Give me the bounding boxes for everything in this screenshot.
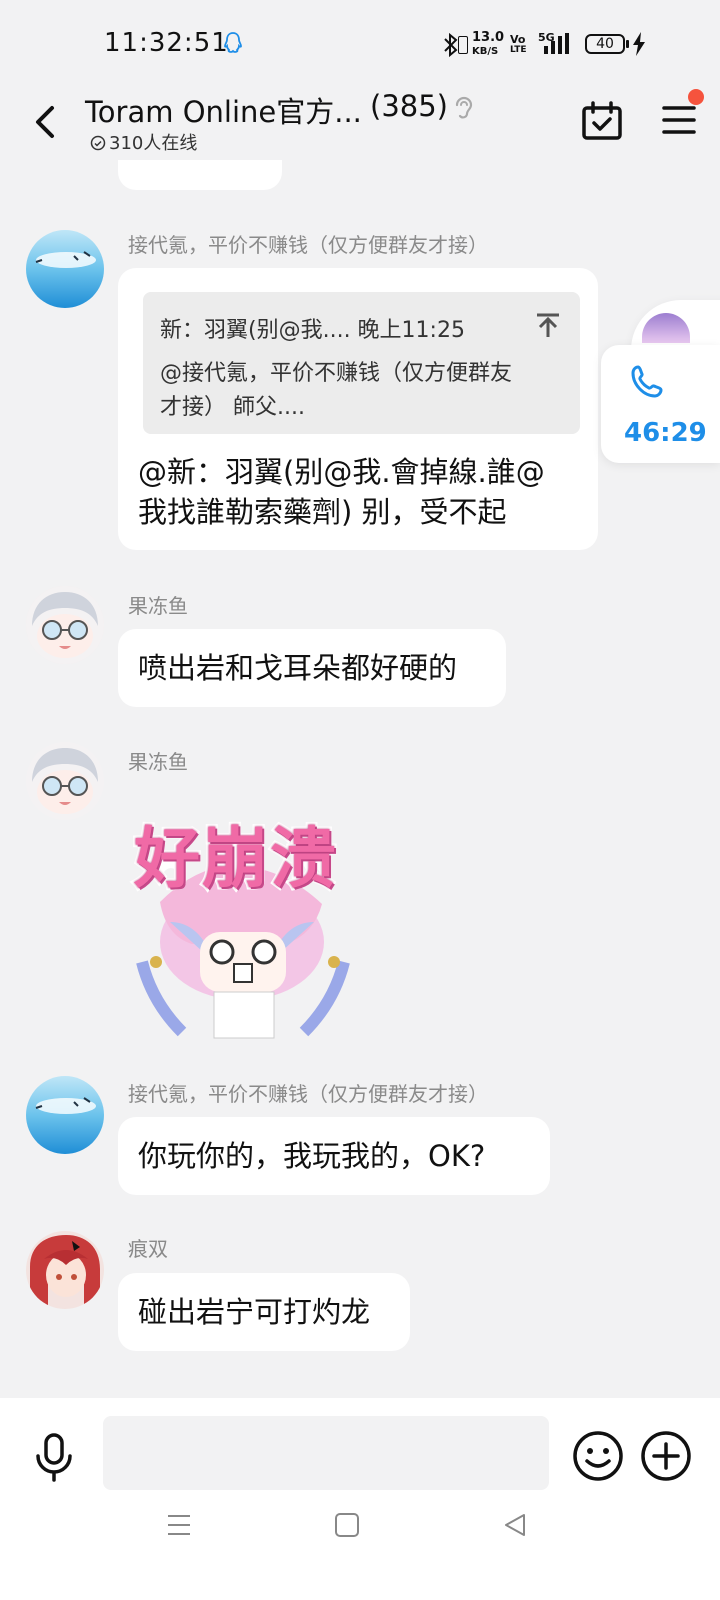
charging-icon [633,32,645,56]
sender-name: 果冻鱼 [128,594,188,618]
plus-icon[interactable] [640,1430,692,1482]
net-speed-value: 13.0 [472,30,505,45]
online-check-icon [90,135,106,151]
phone-icon [631,365,663,398]
quote-header: 新：羽翼(别@我.... 晚上11:25 [160,318,465,343]
message-text: 你玩你的，我玩我的，OK? [138,1139,486,1173]
volte-top: Vo [510,33,526,46]
sticker-caption: 好崩溃 [132,818,339,900]
back-nav-icon[interactable] [502,1512,528,1538]
sender-name: 果冻鱼 [128,750,188,774]
online-count: 310人在线 [109,133,198,154]
sender-name: 接代氪，平价不赚钱（仅方便群友才接） [128,1082,488,1106]
quote-text-line-2: 才接） 師父.... [160,395,305,420]
avatar[interactable] [26,230,104,308]
volte-bottom: LTE [510,45,527,55]
avatar[interactable] [26,1231,104,1309]
member-count[interactable]: (385) [370,89,448,123]
notification-dot [688,89,704,105]
microphone-icon[interactable] [32,1432,76,1482]
emoji-icon[interactable] [572,1430,624,1482]
ear-icon[interactable] [451,93,477,121]
jump-to-top-icon[interactable] [534,312,562,338]
home-icon[interactable] [334,1512,360,1538]
back-arrow-icon[interactable] [26,100,70,144]
net-speed-unit: KB/S [472,46,499,57]
online-status: 310人在线 [90,129,197,155]
message-text-line-1: @新：羽翼(别@我.會掉線.誰@ [138,455,545,489]
system-nav-bar [0,1520,720,1600]
battery-level: 40 [585,34,625,54]
cell-signal-icon [544,33,569,54]
avatar[interactable] [26,586,104,664]
calendar-check-icon[interactable] [581,100,623,142]
recent-apps-icon[interactable] [166,1512,192,1538]
partial-message-bubble[interactable] [118,160,282,190]
message-input[interactable] [103,1416,549,1490]
signal-small-icon [458,36,468,54]
hamburger-icon[interactable] [661,102,697,138]
sender-name: 接代氪，平价不赚钱（仅方便群友才接） [128,233,488,257]
battery-tip [626,40,629,48]
status-time: 11:32:51 [104,28,229,58]
avatar[interactable] [26,742,104,820]
sender-name: 痕双 [128,1237,168,1261]
message-text: 喷出岩和戈耳朵都好硬的 [138,651,458,685]
quote-text-line-1: @接代氪，平价不赚钱（仅方便群友 [160,361,513,386]
message-text-line-2: 我找誰勒索藥劑) 别，受不起 [138,495,507,529]
group-title[interactable]: Toram Online官方... [85,89,362,131]
message-text: 碰出岩宁可打灼龙 [138,1295,371,1329]
call-duration: 46:29 [624,418,707,448]
avatar[interactable] [26,1076,104,1154]
qq-notification-icon [224,32,242,53]
